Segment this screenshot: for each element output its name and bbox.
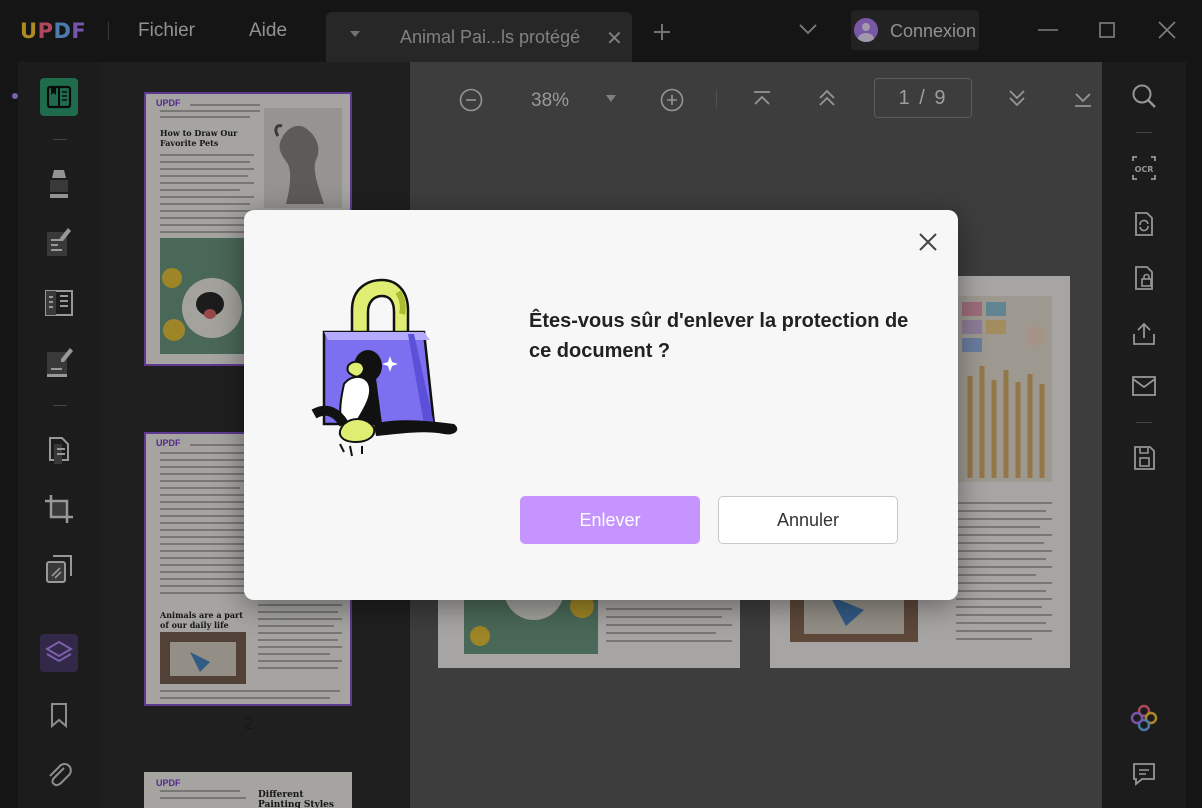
padlock-illustration [311,278,458,457]
remove-protection-dialog: Êtes-vous sûr d'enlever la protection de… [244,210,958,600]
remove-protection-button[interactable]: Enlever [520,496,700,544]
cancel-button[interactable]: Annuler [718,496,898,544]
close-icon[interactable] [916,230,940,254]
dialog-message: Êtes-vous sûr d'enlever la protection de… [529,310,909,362]
